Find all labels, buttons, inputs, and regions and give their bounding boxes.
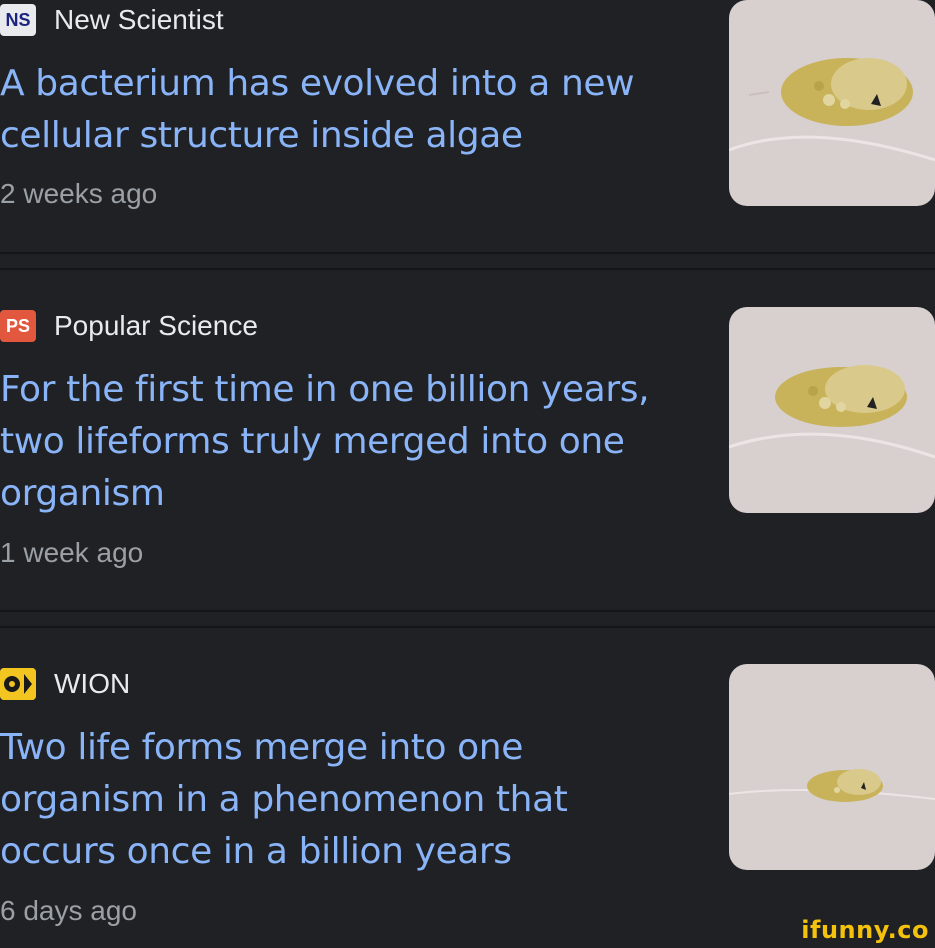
headline-line: organism <box>0 473 165 514</box>
timestamp: 6 days ago <box>0 895 137 926</box>
timestamp: 2 weeks ago <box>0 178 158 209</box>
article-thumbnail[interactable] <box>729 664 935 870</box>
headline-link[interactable]: A bacterium has evolved into a new cellu… <box>0 58 700 162</box>
card-divider <box>0 252 935 254</box>
headline-line: cellular structure inside algae <box>0 115 523 156</box>
wion-logo-icon <box>0 668 36 700</box>
new-scientist-logo-icon: NS <box>0 4 36 36</box>
headline-line: occurs once in a billion years <box>0 831 512 872</box>
algae-cell-image <box>729 365 935 459</box>
article-thumbnail[interactable] <box>729 0 935 206</box>
headline-line: Two life forms merge into one <box>0 727 523 768</box>
ifunny-watermark: ifunny.co <box>801 916 929 944</box>
headline-link[interactable]: For the first time in one billion years,… <box>0 364 700 520</box>
source-name: Popular Science <box>54 310 258 341</box>
headline-line: For the first time in one billion years, <box>0 369 650 410</box>
source-row: PS Popular Science <box>0 310 258 342</box>
logo-text: NS <box>5 9 31 30</box>
headline-line: A bacterium has evolved into a new <box>0 63 635 104</box>
card-divider <box>0 626 935 628</box>
algae-cell-image <box>729 769 935 802</box>
headline-line: two lifeforms truly merged into one <box>0 421 625 462</box>
popular-science-logo-icon: PS <box>0 310 36 342</box>
card-divider <box>0 268 935 270</box>
timestamp: 1 week ago <box>0 537 144 568</box>
headline-line: organism in a phenomenon that <box>0 779 568 820</box>
algae-cell-image <box>729 58 935 162</box>
card-divider <box>0 610 935 612</box>
headline-link[interactable]: Two life forms merge into one organism i… <box>0 722 700 878</box>
source-name: New Scientist <box>54 4 224 35</box>
logo-text: PS <box>5 315 30 336</box>
source-row: NS New Scientist <box>0 4 224 36</box>
wion-emblem-icon <box>0 668 36 700</box>
source-name: WION <box>54 668 131 699</box>
source-row: WION <box>0 668 130 700</box>
article-thumbnail[interactable] <box>729 307 935 513</box>
